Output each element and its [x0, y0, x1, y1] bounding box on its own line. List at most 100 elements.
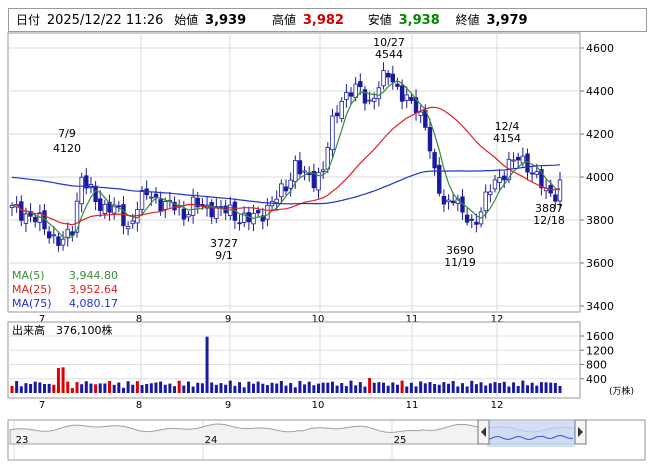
candle-body — [279, 183, 284, 198]
candle-body — [297, 160, 303, 175]
candle-body — [385, 72, 391, 78]
candle-body — [200, 204, 205, 206]
candle-body — [376, 87, 382, 100]
volume-bar — [340, 383, 344, 393]
volume-bar — [228, 380, 232, 393]
volume-bar — [535, 385, 539, 393]
volume-bar — [423, 383, 427, 393]
candle-body — [51, 234, 56, 237]
candle-body — [469, 218, 474, 221]
candle-body — [557, 179, 563, 202]
volume-bar — [307, 381, 311, 393]
candle-body — [497, 177, 502, 183]
price-y-tick-label: 3400 — [586, 300, 614, 313]
volume-bar — [530, 382, 534, 393]
candle-body — [19, 201, 24, 221]
volume-y-tick-label: 400 — [586, 373, 607, 386]
volume-bar — [19, 386, 23, 393]
volume-bar — [372, 382, 376, 393]
volume-bar — [298, 380, 302, 393]
candle-body — [79, 176, 84, 205]
candle-body — [153, 193, 159, 198]
volume-bar — [293, 387, 297, 393]
candle-body — [139, 189, 145, 210]
volume-bar — [210, 382, 214, 393]
volume-bar — [29, 383, 33, 393]
volume-bar — [377, 382, 381, 393]
volume-bar — [33, 381, 37, 393]
navigator-right-handle[interactable] — [574, 419, 587, 445]
price-y-tick-label: 4000 — [586, 171, 614, 184]
volume-bar — [493, 382, 497, 393]
candle-body — [358, 81, 363, 88]
volume-bar — [391, 382, 395, 393]
volume-bar — [549, 382, 553, 393]
volume-bar — [66, 381, 70, 393]
volume-bar — [121, 387, 125, 393]
candle-body — [93, 185, 98, 202]
volume-bar — [112, 384, 116, 393]
volume-bar — [451, 381, 455, 393]
volume-bar — [326, 382, 330, 393]
candle-body — [181, 208, 187, 220]
volume-bar — [321, 382, 325, 393]
volume-bar — [247, 381, 251, 393]
candle-body — [372, 97, 377, 102]
candle-body — [516, 156, 521, 161]
annotation-line2: 4544 — [375, 48, 403, 61]
volume-y-tick-label: 800 — [586, 359, 607, 372]
volume-bar — [70, 387, 74, 393]
navigator-selection[interactable] — [487, 421, 575, 447]
volume-bar — [428, 382, 432, 393]
volume-bar — [98, 383, 102, 393]
volume-bar — [117, 382, 121, 393]
volume-bar — [56, 368, 60, 393]
candle-body — [367, 99, 372, 102]
candle-body — [46, 231, 52, 239]
volume-bar — [61, 367, 65, 393]
volume-bar — [516, 386, 520, 393]
volume-bar — [224, 384, 228, 393]
volume-bar — [553, 382, 557, 393]
volume-bar — [539, 382, 543, 393]
candle-body — [255, 210, 261, 214]
volume-bar — [177, 380, 181, 393]
ma-legend: MA(5) 3,944.80 MA(25) 3,952.64 MA(75) 4,080.1… — [10, 267, 120, 310]
annotation-line2: 9/1 — [215, 249, 233, 262]
price-y-tick-label: 4200 — [586, 128, 614, 141]
volume-bar — [24, 383, 28, 393]
volume-bar — [89, 383, 93, 393]
volume-bar — [108, 381, 112, 393]
chart-canvas[interactable]: 4600440042004000380036003400 7/9412010/2… — [0, 0, 653, 470]
candle-body — [339, 100, 344, 119]
candle-body — [56, 236, 61, 246]
volume-bar — [168, 383, 172, 393]
navigator-left-handle[interactable] — [477, 419, 490, 445]
volume-y-tick-label: 1200 — [586, 344, 614, 357]
volume-bar — [145, 383, 149, 393]
annotation-line2: 4120 — [53, 142, 81, 155]
candle-body — [302, 170, 307, 173]
volume-bar — [419, 381, 423, 393]
candle-body — [492, 179, 498, 190]
volume-bar — [498, 383, 502, 393]
volume-bar — [414, 386, 418, 393]
volume-bar — [154, 382, 158, 393]
volume-bar — [270, 382, 274, 393]
volume-bar — [275, 383, 279, 393]
volume-bar — [330, 381, 334, 393]
volume-bar — [470, 380, 474, 393]
volume-bar — [447, 383, 451, 393]
volume-bar — [159, 381, 163, 393]
volume-bar — [15, 381, 19, 393]
volume-bar — [103, 383, 107, 393]
candle-body — [237, 222, 242, 225]
candle-body — [320, 169, 326, 172]
candle-body — [348, 92, 354, 97]
month-label: 9 — [225, 400, 231, 411]
volume-bar — [43, 384, 47, 393]
volume-bar — [312, 385, 316, 393]
volume-bar — [456, 386, 460, 393]
legend-entry-value: 3,952.64 — [69, 283, 118, 296]
volume-bar — [303, 384, 307, 393]
